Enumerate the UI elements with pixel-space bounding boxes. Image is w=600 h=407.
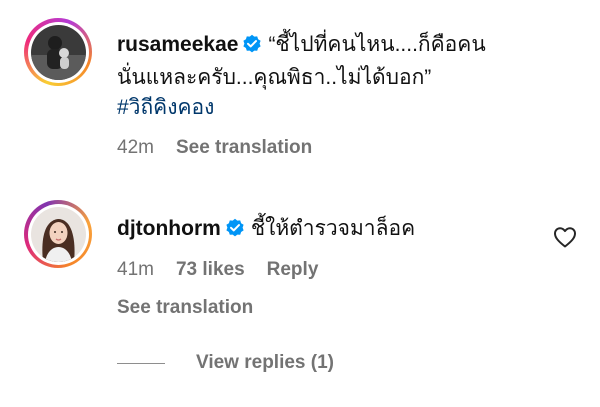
heart-icon[interactable] <box>553 226 577 253</box>
divider-line <box>117 362 165 364</box>
comment-username[interactable]: rusameekae <box>117 33 238 56</box>
comment-time[interactable]: 42m <box>117 137 154 158</box>
verified-badge-icon <box>242 33 262 63</box>
avatar-story-ring[interactable] <box>24 18 92 86</box>
comment-username[interactable]: djtonhorm <box>117 217 221 240</box>
comment-text: นั่นแหละครับ...คุณพิธา..ไม่ได้บอก” <box>117 66 432 89</box>
comment-time[interactable]: 41m <box>117 259 154 280</box>
verified-badge-icon <box>225 217 245 247</box>
comment-text: “ชี้ไปที่คนไหน....ก็คือคน <box>268 33 486 56</box>
avatar[interactable] <box>30 206 86 262</box>
avatar[interactable] <box>30 24 86 80</box>
reply-button[interactable]: Reply <box>267 259 319 280</box>
comment-text: ชี้ให้ตำรวจมาล็อค <box>250 217 416 240</box>
see-translation-link[interactable]: See translation <box>117 297 537 319</box>
likes-count[interactable]: 73 likes <box>176 259 245 280</box>
view-replies-button[interactable]: View replies (1) <box>117 352 334 374</box>
avatar-story-ring[interactable] <box>24 200 92 268</box>
view-replies-label[interactable]: View replies (1) <box>196 352 334 374</box>
see-translation-link[interactable]: See translation <box>176 137 312 158</box>
hashtag-link[interactable]: #วิถีคิงคอง <box>117 96 214 119</box>
